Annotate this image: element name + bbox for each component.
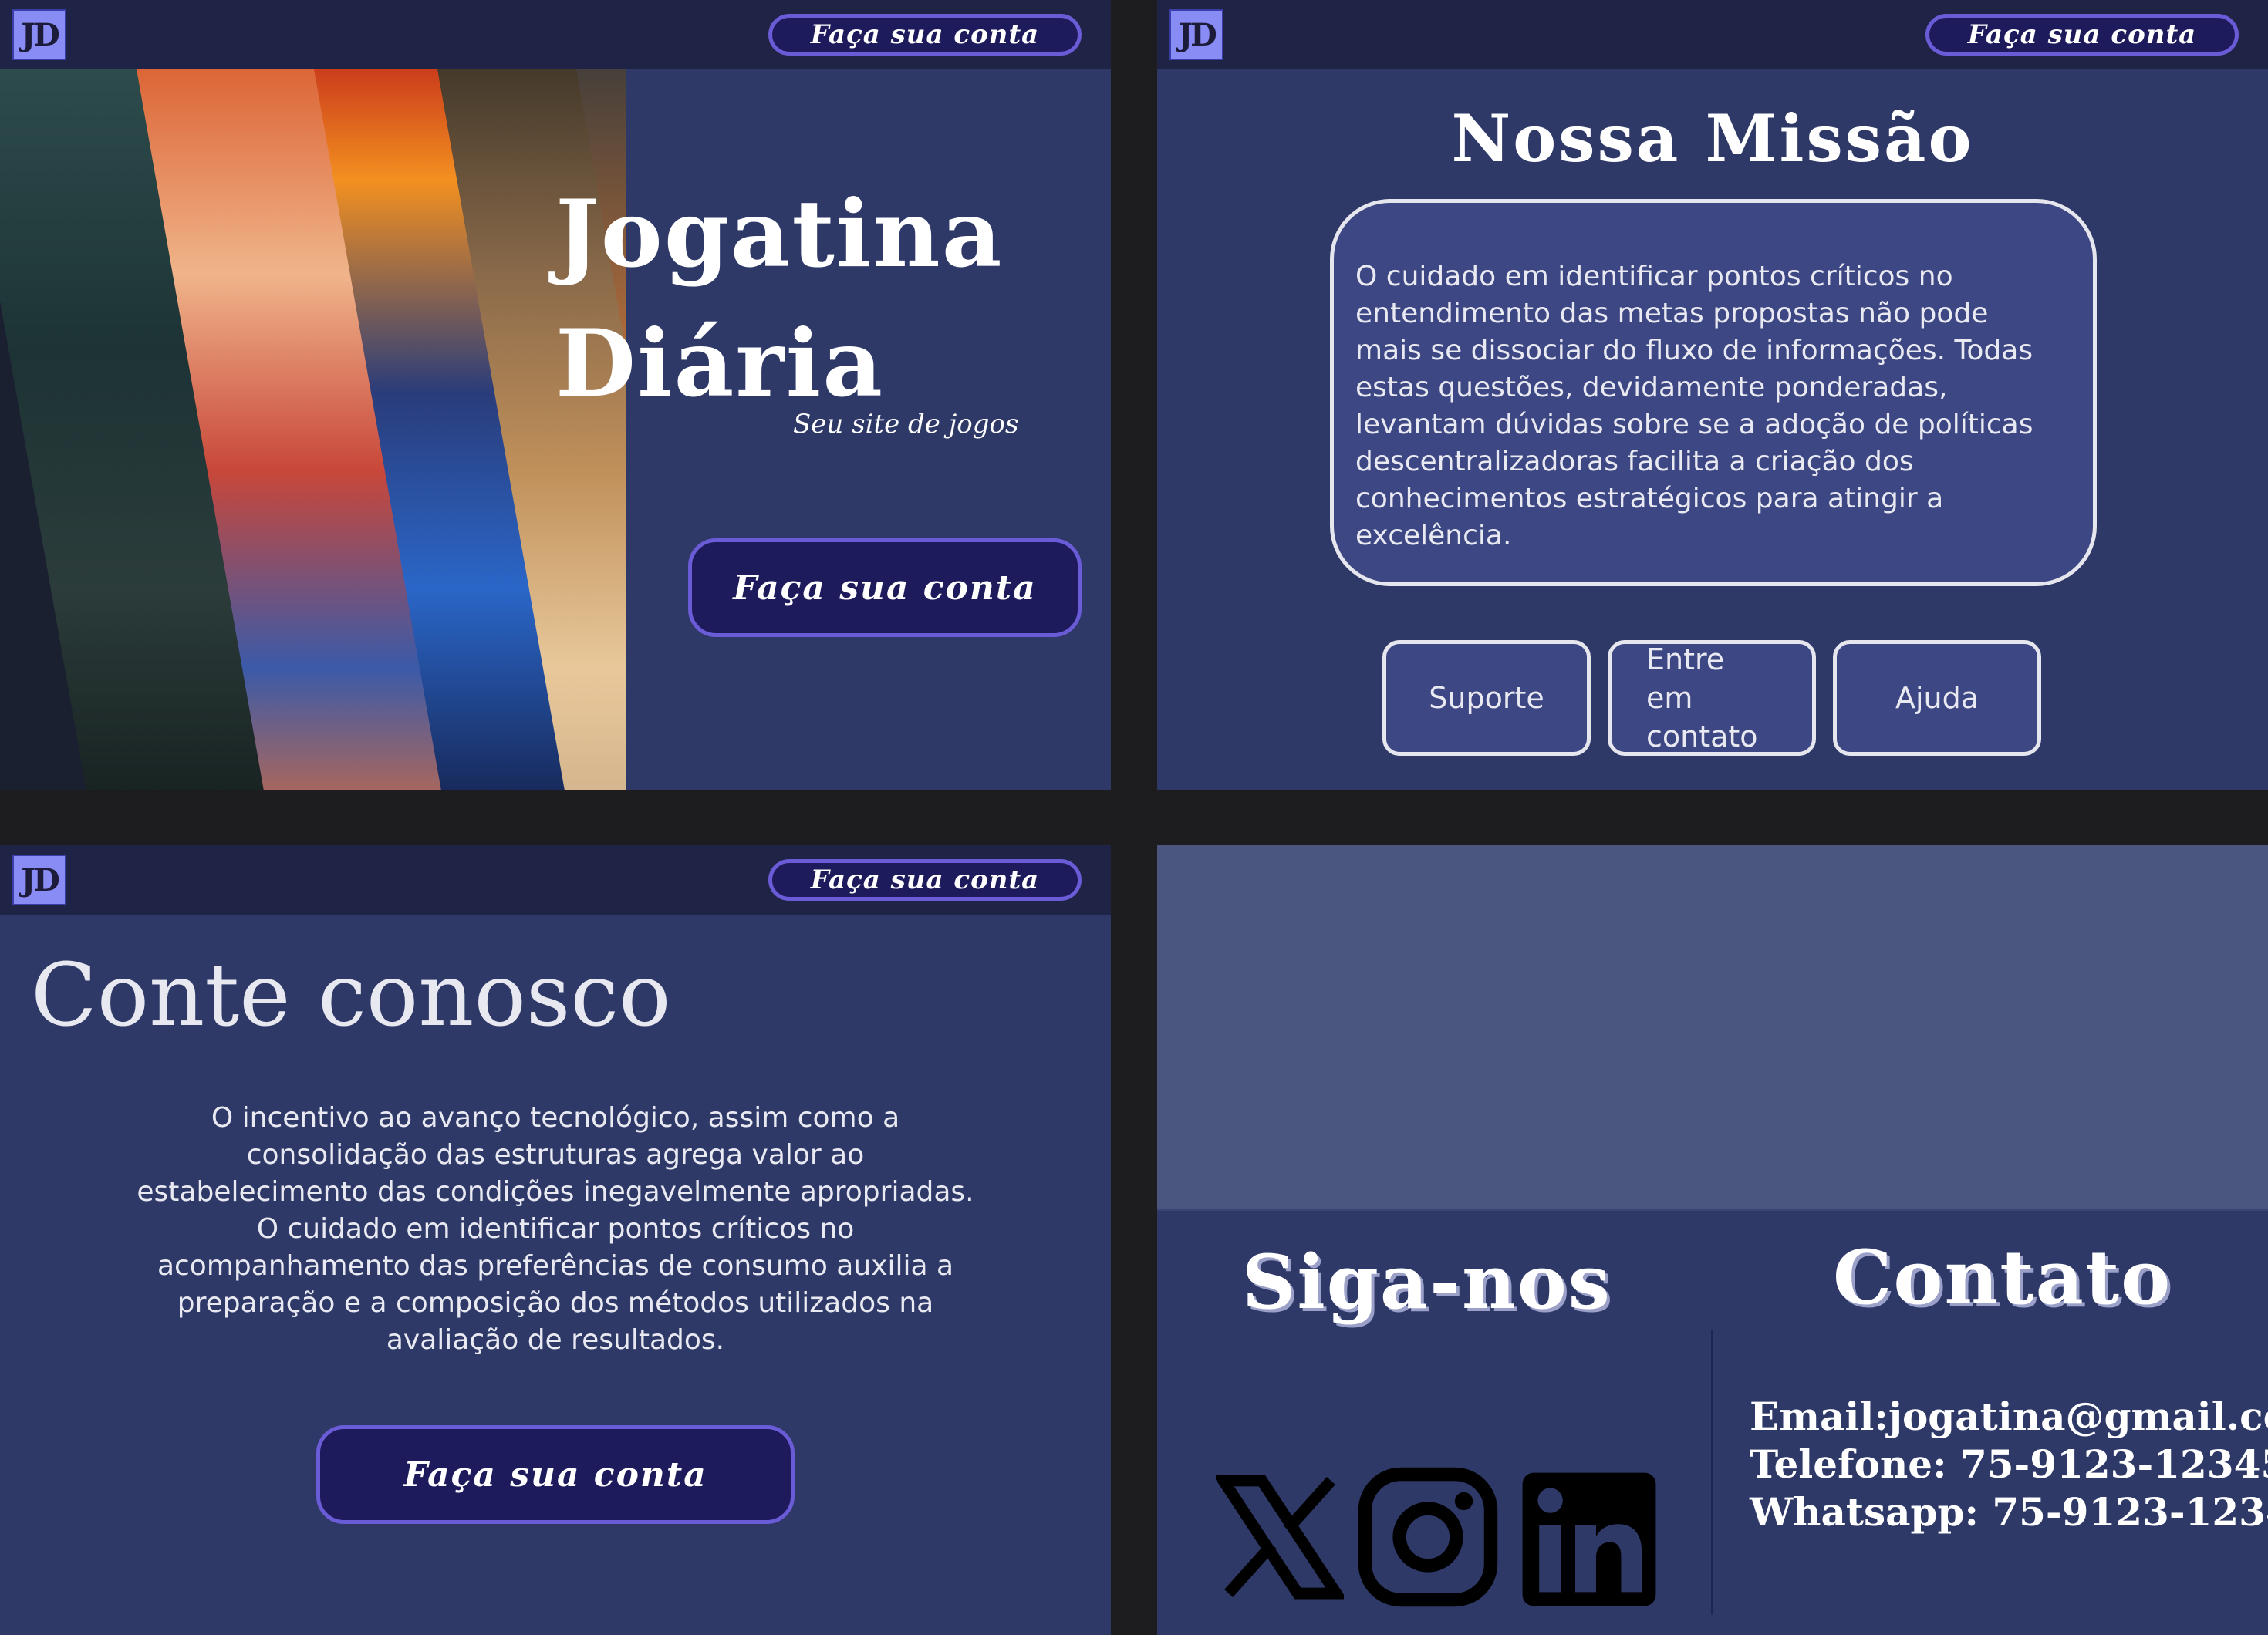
support-button[interactable]: Suporte: [1382, 640, 1591, 756]
footer-divider: [1711, 1330, 1713, 1615]
follow-title: Siga-nos: [1242, 1239, 1612, 1326]
footer-top-band: [1157, 845, 2268, 1209]
about-title: Conte conosco: [31, 946, 671, 1046]
contact-email[interactable]: Email:jogatina@gmail.com: [1750, 1393, 2268, 1441]
linkedin-icon[interactable]: [1520, 1470, 1659, 1609]
nav-signup-button[interactable]: Faça sua conta: [768, 859, 1082, 901]
contact-title: Contato: [1833, 1234, 2172, 1321]
nav-signup-button[interactable]: Faça sua conta: [768, 14, 1082, 56]
footer: Siga-nos Contato Email:jogatina@gmail.co…: [1157, 1209, 2268, 1635]
mission-section: JD Faça sua conta Nossa Missão O cuidado…: [1157, 0, 2268, 790]
navbar: JD Faça sua conta: [1157, 0, 2268, 69]
navbar: JD Faça sua conta: [0, 0, 1111, 69]
instagram-icon[interactable]: [1353, 1462, 1503, 1612]
about-text: O incentivo ao avanço tecnológico, assim…: [137, 1102, 974, 1356]
about-section: JD Faça sua conta Conte conosco O incent…: [0, 845, 1111, 1635]
mission-text: O cuidado em identificar pontos críticos…: [1355, 261, 2033, 551]
x-icon[interactable]: [1216, 1473, 1344, 1601]
hero-subtitle: Seu site de jogos: [793, 409, 1019, 440]
site-logo[interactable]: JD: [12, 9, 66, 60]
mission-card: O cuidado em identificar pontos críticos…: [1330, 199, 2097, 586]
contact-whatsapp[interactable]: Whatsapp: 75-9123-12345: [1750, 1488, 2268, 1536]
site-logo[interactable]: JD: [12, 855, 66, 905]
mission-title: Nossa Missão: [1451, 100, 1974, 177]
hero-game-collage-image: [0, 69, 626, 790]
contact-button-label: Entre em contato: [1646, 642, 1758, 753]
help-button[interactable]: Ajuda: [1833, 640, 2041, 756]
navbar: JD Faça sua conta: [0, 845, 1111, 915]
contact-button[interactable]: Entre em contato: [1608, 640, 1816, 756]
hero-title: Jogatina Diária: [555, 170, 1034, 429]
contact-phone[interactable]: Telefone: 75-9123-12345: [1750, 1441, 2268, 1488]
nav-signup-button[interactable]: Faça sua conta: [1925, 14, 2239, 56]
hero-section: JD Faça sua conta Jogatina Diária Seu si…: [0, 0, 1111, 790]
contact-info: Email:jogatina@gmail.com Telefone: 75-91…: [1750, 1393, 2268, 1536]
site-logo[interactable]: JD: [1169, 9, 1223, 60]
hero-title-line1: Jogatina: [555, 180, 1004, 288]
footer-section: Siga-nos Contato Email:jogatina@gmail.co…: [1157, 845, 2268, 1635]
about-signup-button[interactable]: Faça sua conta: [316, 1425, 795, 1524]
hero-signup-button[interactable]: Faça sua conta: [688, 538, 1082, 637]
